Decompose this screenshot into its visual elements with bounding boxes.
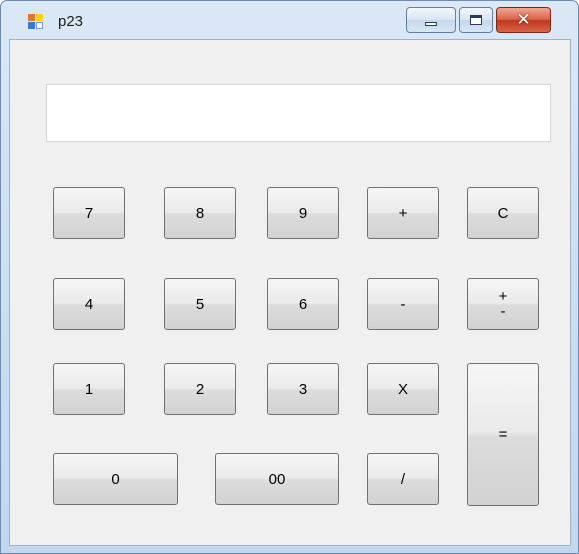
digit-3-button[interactable]: 3 [267,363,339,415]
add-button[interactable]: + [367,187,439,239]
title-bar[interactable]: p23 ✕ [1,1,578,39]
calculator-panel: 7 8 9 + C 4 5 6 - + - 1 2 3 X = 0 00 / [9,39,571,546]
subtract-button[interactable]: - [367,278,439,330]
multiply-button[interactable]: X [367,363,439,415]
digit-1-button[interactable]: 1 [53,363,125,415]
digit-8-button[interactable]: 8 [164,187,236,239]
divide-button[interactable]: / [367,453,439,505]
minimize-icon [407,8,455,32]
plus-minus-bottom-label: - [500,303,506,320]
maximize-button[interactable] [459,7,493,33]
window-title: p23 [58,13,84,30]
close-icon: ✕ [516,10,531,30]
plus-minus-button[interactable]: + - [467,278,539,330]
digit-6-button[interactable]: 6 [267,278,339,330]
maximize-icon [460,8,492,32]
app-icon [28,14,44,30]
digit-4-button[interactable]: 4 [53,278,125,330]
digit-5-button[interactable]: 5 [164,278,236,330]
close-button[interactable]: ✕ [496,7,551,33]
digit-2-button[interactable]: 2 [164,363,236,415]
equals-button[interactable]: = [467,363,539,506]
digit-7-button[interactable]: 7 [53,187,125,239]
digit-0-button[interactable]: 0 [53,453,178,505]
plus-minus-top-label: + [498,288,508,305]
clear-button[interactable]: C [467,187,539,239]
display-field[interactable] [46,84,551,142]
digit-9-button[interactable]: 9 [267,187,339,239]
app-window: p23 ✕ 7 8 9 + C 4 5 6 - + - 1 2 3 X = 0 … [0,0,579,554]
minimize-button[interactable] [406,7,456,33]
double-zero-button[interactable]: 00 [215,453,339,505]
